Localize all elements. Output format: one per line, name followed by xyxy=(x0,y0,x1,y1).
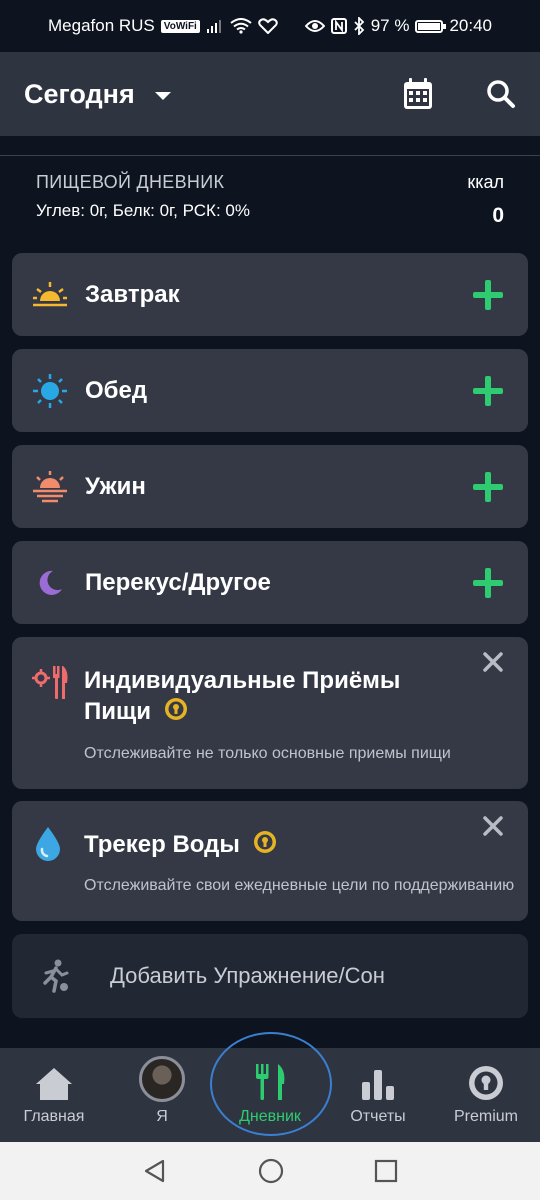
top-app-bar: Сегодня xyxy=(0,52,540,136)
nav-label-me: Я xyxy=(156,1108,168,1125)
home-icon xyxy=(36,1068,72,1100)
kcal-label: ккал xyxy=(467,172,504,192)
moon-icon xyxy=(32,565,68,601)
running-person-icon xyxy=(43,959,69,993)
avatar xyxy=(139,1056,185,1102)
add-exercise-label: Добавить Упражнение/Сон xyxy=(110,963,385,988)
sun-icon xyxy=(32,373,68,409)
meal-card-lunch[interactable]: Обед xyxy=(12,349,528,432)
water-drop-icon xyxy=(32,825,64,868)
clock: 20:40 xyxy=(449,16,492,35)
system-navigation-bar xyxy=(0,1142,540,1200)
meal-label-snack: Перекус/Другое xyxy=(85,568,271,596)
close-icon[interactable] xyxy=(480,649,506,675)
home-circle-icon[interactable] xyxy=(258,1158,284,1184)
nav-item-home[interactable]: Главная xyxy=(0,1048,108,1142)
eye-icon xyxy=(304,20,325,32)
close-icon[interactable] xyxy=(480,813,506,839)
battery-percent: 97 % xyxy=(370,16,410,35)
promo-desc-custom-meals: Отслеживайте не только основные приемы п… xyxy=(84,745,451,762)
back-icon[interactable] xyxy=(142,1158,168,1184)
meal-label-dinner: Ужин xyxy=(85,472,146,500)
nav-item-diary[interactable]: Дневник xyxy=(216,1048,324,1142)
search-icon[interactable] xyxy=(486,79,516,109)
bar-chart-icon xyxy=(362,1070,394,1100)
nav-label-home: Главная xyxy=(23,1108,85,1125)
premium-badge-icon xyxy=(164,697,188,729)
nav-label-diary: Дневник xyxy=(239,1108,301,1125)
promo-title-custom-meals: Индивидуальные Приёмы Пищи xyxy=(84,665,400,729)
calendar-icon[interactable] xyxy=(402,77,434,111)
premium-icon xyxy=(469,1066,503,1100)
custom-meals-promo[interactable]: Индивидуальные Приёмы Пищи Отслеживайте … xyxy=(12,637,528,789)
meal-card-breakfast[interactable]: Завтрак xyxy=(12,253,528,336)
bottom-navigation: Главная Я Дневник Отчеты Premium xyxy=(0,1048,540,1142)
add-breakfast-button[interactable] xyxy=(468,275,508,315)
add-lunch-button[interactable] xyxy=(468,371,508,411)
bluetooth-icon xyxy=(354,17,364,35)
kcal-value: 0 xyxy=(492,204,504,227)
water-tracker-promo[interactable]: Трекер Воды Отслеживайте свои ежедневные… xyxy=(12,801,528,921)
fork-knife-icon xyxy=(256,1064,285,1100)
premium-badge-icon xyxy=(253,830,277,862)
chevron-down-icon[interactable] xyxy=(154,92,171,100)
date-selector-title[interactable]: Сегодня xyxy=(24,79,135,110)
divider xyxy=(0,155,540,156)
promo-title-water-text: Трекер Воды xyxy=(84,831,240,858)
custom-meals-icon xyxy=(32,663,70,706)
battery-icon xyxy=(415,19,447,33)
diary-summary: ПИЩЕВОЙ ДНЕВНИК Углев: 0г, Белк: 0г, РСК… xyxy=(36,172,504,232)
heart-rate-icon xyxy=(258,18,278,34)
recents-icon[interactable] xyxy=(374,1159,398,1183)
nav-label-reports: Отчеты xyxy=(350,1108,406,1125)
vowifi-badge: VoWiFi xyxy=(160,19,200,33)
macros-summary: Углев: 0г, Белк: 0г, РСК: 0% xyxy=(36,201,250,220)
nav-label-premium: Premium xyxy=(453,1108,518,1125)
add-snack-button[interactable] xyxy=(468,563,508,603)
carrier-name: Megafon RUS xyxy=(48,16,155,35)
plus-icon xyxy=(473,375,503,406)
promo-title-line1: Индивидуальные Приёмы xyxy=(84,667,401,694)
plus-icon xyxy=(473,279,503,310)
nav-item-reports[interactable]: Отчеты xyxy=(324,1048,432,1142)
plus-icon xyxy=(473,471,503,502)
promo-desc-water: Отслеживайте свои ежедневные цели по под… xyxy=(84,877,515,894)
add-dinner-button[interactable] xyxy=(468,467,508,507)
sunrise-icon xyxy=(32,277,68,313)
status-bar: Megafon RUS VoWiFi 97 % 20:40 xyxy=(0,0,540,52)
diary-title: ПИЩЕВОЙ ДНЕВНИК xyxy=(36,172,225,192)
meal-card-dinner[interactable]: Ужин xyxy=(12,445,528,528)
nfc-icon xyxy=(330,18,347,34)
wifi-icon xyxy=(230,18,252,34)
meal-label-lunch: Обед xyxy=(85,376,148,404)
plus-icon xyxy=(473,567,503,598)
meal-label-breakfast: Завтрак xyxy=(85,280,180,308)
nav-item-me[interactable]: Я xyxy=(108,1048,216,1142)
add-exercise-button[interactable]: Добавить Упражнение/Сон xyxy=(12,934,528,1018)
promo-title-water: Трекер Воды xyxy=(84,829,277,862)
signal-icon xyxy=(206,20,221,33)
nav-item-premium[interactable]: Premium xyxy=(432,1048,540,1142)
meal-card-snack[interactable]: Перекус/Другое xyxy=(12,541,528,624)
sunset-icon xyxy=(32,469,68,505)
promo-title-line2: Пищи xyxy=(84,698,152,725)
